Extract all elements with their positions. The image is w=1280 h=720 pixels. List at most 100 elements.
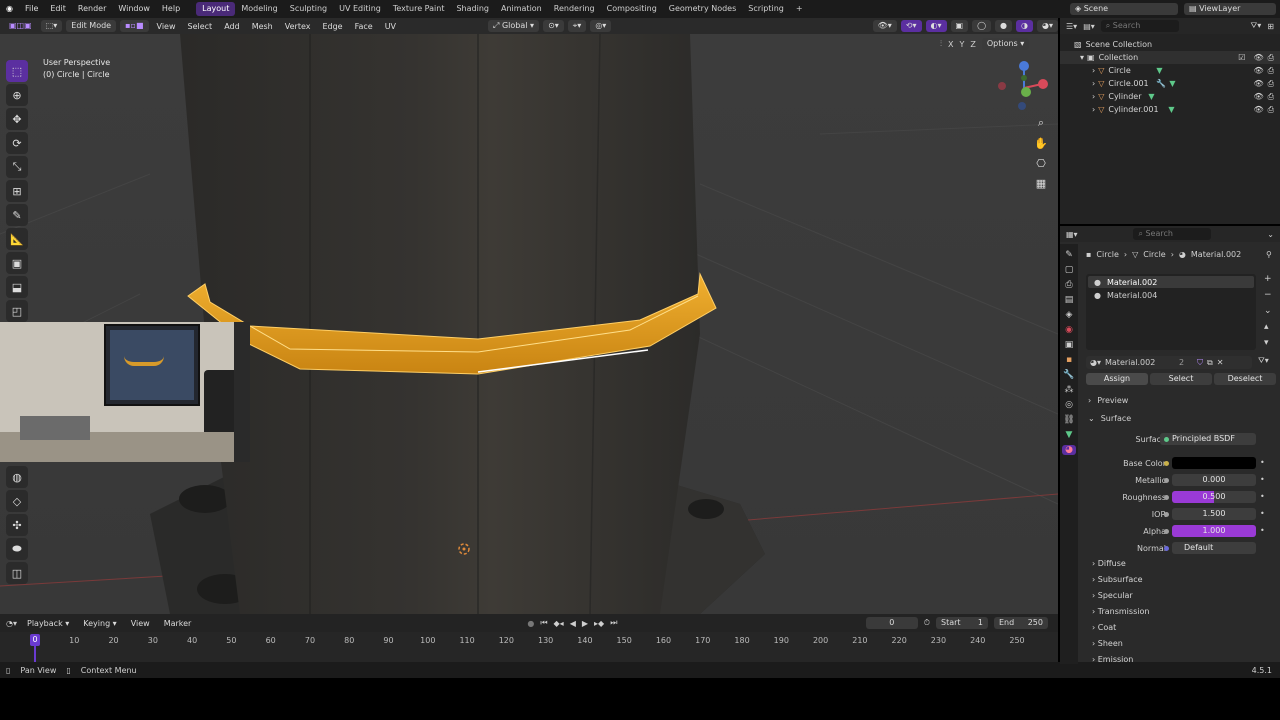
filter-icon[interactable]: ⛛▾ [1251, 21, 1262, 31]
surface-panel-header[interactable]: ⌄ Surface [1088, 414, 1131, 423]
axis-z-toggle[interactable]: Z [970, 40, 975, 49]
outliner-row-collection[interactable]: ▾ ▣ Collection ☑ 👁 ⎙ [1060, 51, 1280, 64]
alpha-slider[interactable]: 1.000 [1172, 525, 1256, 537]
base-color-swatch[interactable] [1172, 457, 1256, 469]
roughness-slider[interactable]: 0.500 [1172, 491, 1256, 503]
output-tab-icon[interactable]: ⎙ [1065, 280, 1072, 290]
tab-rendering[interactable]: Rendering [548, 2, 601, 16]
menu-vertex[interactable]: Vertex [281, 22, 315, 31]
subpanel-specular[interactable]: › Specular [1092, 591, 1133, 600]
jump-start-icon[interactable]: ⏮ [540, 618, 547, 628]
next-key-icon[interactable]: ▸◆ [594, 619, 604, 628]
menu-face[interactable]: Face [351, 22, 377, 31]
material-browse-icon[interactable]: ◕▾ [1090, 358, 1101, 367]
record-icon[interactable]: ● [527, 619, 534, 628]
collection-tab-icon[interactable]: ▣ [1065, 340, 1074, 350]
menu-playback[interactable]: Playback ▾ [23, 619, 73, 628]
menu-mesh[interactable]: Mesh [248, 22, 277, 31]
edge-slide-icon[interactable]: ✣ [6, 514, 28, 536]
material-slot-item[interactable]: ● Material.004 [1088, 289, 1254, 301]
menu-window[interactable]: Window [112, 0, 156, 18]
keyframe-dot-icon[interactable]: • [1260, 492, 1265, 501]
stopwatch-icon[interactable]: ⏱ [924, 618, 930, 628]
menu-add[interactable]: Add [220, 22, 244, 31]
tab-modeling[interactable]: Modeling [235, 2, 283, 16]
current-frame-field[interactable]: 0 [865, 617, 918, 629]
tab-animation[interactable]: Animation [495, 2, 548, 16]
tab-shading[interactable]: Shading [450, 2, 495, 16]
normal-field[interactable]: Default [1172, 542, 1256, 554]
vertex-edge-face-toggle[interactable]: ▪▫■ [120, 20, 149, 32]
transform-icon[interactable]: ⊞ [6, 180, 28, 202]
display-mode-icon[interactable]: ▤▾ [1083, 22, 1095, 31]
menu-help[interactable]: Help [156, 0, 186, 18]
play-icon[interactable]: ▶ [582, 619, 588, 628]
object-tab-icon[interactable]: ▪ [1066, 355, 1072, 365]
mode-dropdown[interactable]: Edit Mode [66, 20, 117, 32]
tab-sculpting[interactable]: Sculpting [284, 2, 333, 16]
tool-tab-icon[interactable]: ✎ [1065, 250, 1073, 260]
properties-editor-icon[interactable]: ▦▾ [1066, 230, 1078, 239]
overlay-toggle-icon[interactable]: ◐▾ [925, 20, 947, 32]
move-down-icon[interactable]: ▾ [1264, 338, 1272, 348]
outliner-editor-icon[interactable]: ☰▾ [1066, 22, 1077, 31]
menu-select[interactable]: Select [184, 22, 217, 31]
physics-tab-icon[interactable]: ◎ [1065, 400, 1073, 410]
subpanel-diffuse[interactable]: › Diffuse [1092, 559, 1126, 568]
3d-viewport[interactable]: User Perspective (0) Circle | Circle ⬚ ⊕… [0, 34, 1058, 614]
metallic-field[interactable]: 0.000 [1172, 474, 1256, 486]
tab-texture-paint[interactable]: Texture Paint [387, 2, 451, 16]
user-count[interactable]: 2 [1179, 358, 1193, 367]
extrude-icon[interactable]: ⬓ [6, 276, 28, 298]
menu-marker[interactable]: Marker [160, 619, 196, 628]
view-layer-selector[interactable]: ▤ ViewLayer [1184, 3, 1276, 15]
jump-end-icon[interactable]: ⏭ [610, 618, 617, 628]
camera-icon[interactable]: ⎙ [1268, 79, 1274, 89]
render-tab-icon[interactable]: ▢ [1065, 265, 1074, 275]
prev-key-icon[interactable]: ◆◂ [554, 619, 564, 628]
eye-icon[interactable]: 👁 [1253, 66, 1263, 75]
menu-edge[interactable]: Edge [318, 22, 346, 31]
outliner-row-object[interactable]: › ▽ Cylinder ▼ 👁 ⎙ [1060, 90, 1280, 103]
playhead[interactable]: 0 [30, 634, 40, 646]
subpanel-transmission[interactable]: › Transmission [1092, 607, 1149, 616]
preview-panel-header[interactable]: › Preview [1088, 396, 1128, 405]
modifier-tab-icon[interactable]: 🔧 [1063, 370, 1074, 380]
duplicate-icon[interactable]: ⧉ [1207, 358, 1213, 368]
shading-solid-icon[interactable]: ● [995, 20, 1013, 32]
camera-icon[interactable]: ⎙ [1268, 105, 1274, 115]
material-datablock[interactable]: ◕▾ Material.002 2 ⛉ ⧉ ✕ [1086, 356, 1252, 369]
select-mode-icons[interactable]: ▣◫▣ [4, 20, 37, 32]
menu-view[interactable]: View [153, 22, 180, 31]
menu-view-timeline[interactable]: View [127, 619, 154, 628]
camera-icon[interactable]: ⎙ [1268, 92, 1274, 102]
tab-uv-editing[interactable]: UV Editing [333, 2, 387, 16]
ior-field[interactable]: 1.500 [1172, 508, 1256, 520]
end-frame-field[interactable]: End 250 [994, 617, 1048, 629]
eye-icon[interactable]: 👁 [1253, 92, 1263, 101]
scene-tab-icon[interactable]: ◈ [1066, 310, 1073, 320]
shading-rendered-icon[interactable]: ◕▾ [1037, 20, 1058, 32]
eye-icon[interactable]: 👁 [1253, 105, 1263, 114]
proportional-edit-icon[interactable]: ◎▾ [590, 20, 612, 32]
outliner-row-object[interactable]: › ▽ Circle ▼ 👁 ⎙ [1060, 64, 1280, 77]
move-icon[interactable]: ✥ [6, 108, 28, 130]
view-layer-tab-icon[interactable]: ▤ [1065, 295, 1074, 305]
outliner-search-input[interactable]: ⌕ Search [1100, 20, 1179, 32]
menu-file[interactable]: File [19, 0, 44, 18]
start-frame-field[interactable]: Start 1 [936, 617, 988, 629]
outliner-row-scene-collection[interactable]: ▧ Scene Collection [1060, 38, 1280, 51]
xray-toggle-icon[interactable]: ▣ [950, 20, 969, 32]
fake-user-icon[interactable]: ⛉ [1197, 358, 1203, 368]
spin-icon[interactable]: ◍ [6, 466, 28, 488]
keyframe-dot-icon[interactable]: • [1260, 458, 1265, 467]
material-tab-icon[interactable]: ◕ [1062, 445, 1076, 455]
shrink-fatten-icon[interactable]: ⬬ [6, 538, 28, 560]
constraints-tab-icon[interactable]: ⛓ [1063, 415, 1074, 425]
zoom-icon[interactable]: ⌕ [1032, 114, 1050, 132]
gizmo-toggle-icon[interactable]: ⟲▾ [900, 20, 922, 32]
outliner-row-object[interactable]: › ▽ Circle.001 🔧 ▼ 👁 ⎙ [1060, 77, 1280, 90]
pin-icon[interactable]: ⚲ [1266, 250, 1272, 259]
particles-tab-icon[interactable]: ⁂ [1065, 385, 1074, 395]
scene-selector[interactable]: ◈ Scene [1070, 3, 1178, 15]
